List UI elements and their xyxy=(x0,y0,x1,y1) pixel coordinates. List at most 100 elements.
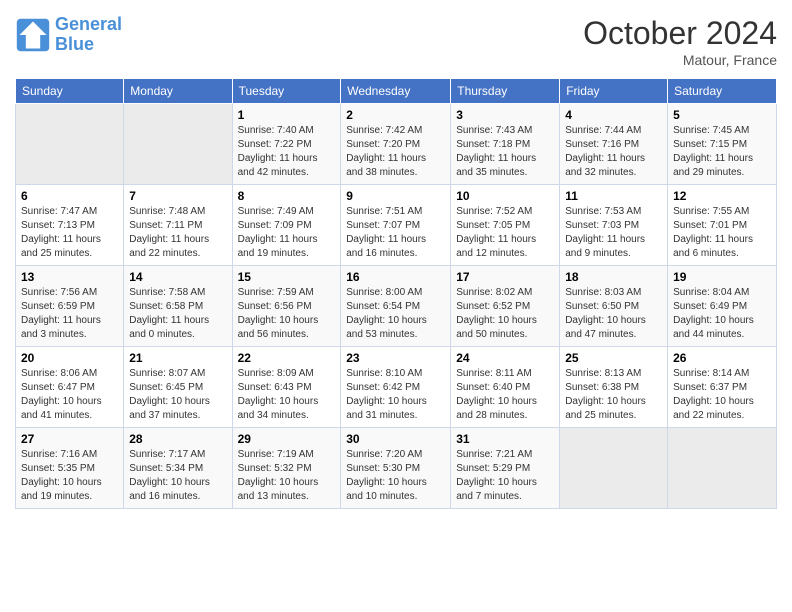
calendar-cell: 22 Sunrise: 8:09 AMSunset: 6:43 PMDayligh… xyxy=(232,347,341,428)
day-info: Sunrise: 7:49 AMSunset: 7:09 PMDaylight:… xyxy=(238,205,336,261)
calendar-cell: 3 Sunrise: 7:43 AMSunset: 7:18 PMDaylight… xyxy=(451,104,560,185)
day-info: Sunrise: 8:07 AMSunset: 6:45 PMDaylight:… xyxy=(129,367,226,423)
day-number: 29 xyxy=(238,432,336,446)
day-number: 31 xyxy=(456,432,554,446)
day-info: Sunrise: 8:11 AMSunset: 6:40 PMDaylight:… xyxy=(456,367,554,423)
day-number: 12 xyxy=(673,189,771,203)
day-info: Sunrise: 7:17 AMSunset: 5:34 PMDaylight:… xyxy=(129,448,226,504)
day-info: Sunrise: 7:59 AMSunset: 6:56 PMDaylight:… xyxy=(238,286,336,342)
day-number: 15 xyxy=(238,270,336,284)
day-info: Sunrise: 7:55 AMSunset: 7:01 PMDaylight:… xyxy=(673,205,771,261)
day-info: Sunrise: 7:43 AMSunset: 7:18 PMDaylight:… xyxy=(456,124,554,180)
calendar-cell: 8 Sunrise: 7:49 AMSunset: 7:09 PMDaylight… xyxy=(232,185,341,266)
day-number: 28 xyxy=(129,432,226,446)
day-number: 8 xyxy=(238,189,336,203)
day-info: Sunrise: 7:48 AMSunset: 7:11 PMDaylight:… xyxy=(129,205,226,261)
day-info: Sunrise: 7:51 AMSunset: 7:07 PMDaylight:… xyxy=(346,205,445,261)
day-info: Sunrise: 8:03 AMSunset: 6:50 PMDaylight:… xyxy=(565,286,662,342)
calendar-cell: 4 Sunrise: 7:44 AMSunset: 7:16 PMDaylight… xyxy=(560,104,668,185)
calendar-cell: 23 Sunrise: 8:10 AMSunset: 6:42 PMDayligh… xyxy=(341,347,451,428)
calendar-cell: 14 Sunrise: 7:58 AMSunset: 6:58 PMDayligh… xyxy=(124,266,232,347)
day-info: Sunrise: 7:45 AMSunset: 7:15 PMDaylight:… xyxy=(673,124,771,180)
day-info: Sunrise: 8:06 AMSunset: 6:47 PMDaylight:… xyxy=(21,367,118,423)
calendar-cell: 1 Sunrise: 7:40 AMSunset: 7:22 PMDaylight… xyxy=(232,104,341,185)
day-number: 18 xyxy=(565,270,662,284)
calendar-cell: 15 Sunrise: 7:59 AMSunset: 6:56 PMDayligh… xyxy=(232,266,341,347)
calendar-cell xyxy=(668,428,777,509)
logo-icon xyxy=(15,17,51,53)
calendar-cell: 16 Sunrise: 8:00 AMSunset: 6:54 PMDayligh… xyxy=(341,266,451,347)
day-number: 3 xyxy=(456,108,554,122)
title-block: October 2024 Matour, France xyxy=(583,15,777,68)
day-number: 14 xyxy=(129,270,226,284)
calendar-cell: 29 Sunrise: 7:19 AMSunset: 5:32 PMDayligh… xyxy=(232,428,341,509)
calendar-cell: 20Sunrise: 8:06 AMSunset: 6:47 PMDayligh… xyxy=(16,347,124,428)
calendar-cell: 18 Sunrise: 8:03 AMSunset: 6:50 PMDayligh… xyxy=(560,266,668,347)
calendar-cell: 12 Sunrise: 7:55 AMSunset: 7:01 PMDayligh… xyxy=(668,185,777,266)
calendar-cell: 21Sunrise: 8:07 AMSunset: 6:45 PMDayligh… xyxy=(124,347,232,428)
day-info: Sunrise: 8:04 AMSunset: 6:49 PMDaylight:… xyxy=(673,286,771,342)
day-info: Sunrise: 8:14 AMSunset: 6:37 PMDaylight:… xyxy=(673,367,771,423)
calendar-cell: 17 Sunrise: 8:02 AMSunset: 6:52 PMDayligh… xyxy=(451,266,560,347)
calendar-cell xyxy=(560,428,668,509)
day-number: 24 xyxy=(456,351,554,365)
day-info: Sunrise: 8:13 AMSunset: 6:38 PMDaylight:… xyxy=(565,367,662,423)
day-info: Sunrise: 7:21 AMSunset: 5:29 PMDaylight:… xyxy=(456,448,554,504)
day-number: 16 xyxy=(346,270,445,284)
day-info: Sunrise: 7:47 AMSunset: 7:13 PMDaylight:… xyxy=(21,205,118,261)
day-info: Sunrise: 7:52 AMSunset: 7:05 PMDaylight:… xyxy=(456,205,554,261)
day-info: Sunrise: 7:44 AMSunset: 7:16 PMDaylight:… xyxy=(565,124,662,180)
calendar-cell: 11 Sunrise: 7:53 AMSunset: 7:03 PMDayligh… xyxy=(560,185,668,266)
calendar-cell xyxy=(16,104,124,185)
calendar-cell: 28 Sunrise: 7:17 AMSunset: 5:34 PMDayligh… xyxy=(124,428,232,509)
calendar-cell xyxy=(124,104,232,185)
header-day: Saturday xyxy=(668,79,777,104)
day-number: 17 xyxy=(456,270,554,284)
calendar-cell: 10 Sunrise: 7:52 AMSunset: 7:05 PMDayligh… xyxy=(451,185,560,266)
day-info: Sunrise: 7:40 AMSunset: 7:22 PMDaylight:… xyxy=(238,124,336,180)
day-info: Sunrise: 8:10 AMSunset: 6:42 PMDaylight:… xyxy=(346,367,445,423)
logo: General Blue xyxy=(15,15,122,55)
page-header: General Blue October 2024 Matour, France xyxy=(15,15,777,68)
day-info: Sunrise: 8:02 AMSunset: 6:52 PMDaylight:… xyxy=(456,286,554,342)
day-number: 25 xyxy=(565,351,662,365)
day-info: Sunrise: 7:53 AMSunset: 7:03 PMDaylight:… xyxy=(565,205,662,261)
day-number: 10 xyxy=(456,189,554,203)
day-number: 1 xyxy=(238,108,336,122)
header-day: Thursday xyxy=(451,79,560,104)
day-info: Sunrise: 8:09 AMSunset: 6:43 PMDaylight:… xyxy=(238,367,336,423)
day-number: 4 xyxy=(565,108,662,122)
day-number: 9 xyxy=(346,189,445,203)
day-number: 13 xyxy=(21,270,118,284)
header-day: Friday xyxy=(560,79,668,104)
calendar-cell: 9 Sunrise: 7:51 AMSunset: 7:07 PMDaylight… xyxy=(341,185,451,266)
calendar-week-row: 13Sunrise: 7:56 AMSunset: 6:59 PMDayligh… xyxy=(16,266,777,347)
calendar-cell: 6Sunrise: 7:47 AMSunset: 7:13 PMDaylight… xyxy=(16,185,124,266)
day-number: 23 xyxy=(346,351,445,365)
day-info: Sunrise: 7:20 AMSunset: 5:30 PMDaylight:… xyxy=(346,448,445,504)
calendar-table: SundayMondayTuesdayWednesdayThursdayFrid… xyxy=(15,78,777,509)
day-number: 26 xyxy=(673,351,771,365)
day-number: 7 xyxy=(129,189,226,203)
day-info: Sunrise: 7:16 AMSunset: 5:35 PMDaylight:… xyxy=(21,448,118,504)
calendar-body: 1 Sunrise: 7:40 AMSunset: 7:22 PMDaylight… xyxy=(16,104,777,509)
calendar-cell: 27Sunrise: 7:16 AMSunset: 5:35 PMDayligh… xyxy=(16,428,124,509)
calendar-cell: 25 Sunrise: 8:13 AMSunset: 6:38 PMDayligh… xyxy=(560,347,668,428)
day-info: Sunrise: 8:00 AMSunset: 6:54 PMDaylight:… xyxy=(346,286,445,342)
calendar-week-row: 6Sunrise: 7:47 AMSunset: 7:13 PMDaylight… xyxy=(16,185,777,266)
day-number: 19 xyxy=(673,270,771,284)
day-number: 22 xyxy=(238,351,336,365)
day-info: Sunrise: 7:19 AMSunset: 5:32 PMDaylight:… xyxy=(238,448,336,504)
logo-text: General Blue xyxy=(55,15,122,55)
month-title: October 2024 xyxy=(583,15,777,52)
calendar-cell: 5 Sunrise: 7:45 AMSunset: 7:15 PMDaylight… xyxy=(668,104,777,185)
header-day: Wednesday xyxy=(341,79,451,104)
calendar-header: SundayMondayTuesdayWednesdayThursdayFrid… xyxy=(16,79,777,104)
day-number: 5 xyxy=(673,108,771,122)
day-info: Sunrise: 7:58 AMSunset: 6:58 PMDaylight:… xyxy=(129,286,226,342)
day-number: 11 xyxy=(565,189,662,203)
location-subtitle: Matour, France xyxy=(583,52,777,68)
calendar-week-row: 1 Sunrise: 7:40 AMSunset: 7:22 PMDaylight… xyxy=(16,104,777,185)
calendar-cell: 24 Sunrise: 8:11 AMSunset: 6:40 PMDayligh… xyxy=(451,347,560,428)
header-day: Tuesday xyxy=(232,79,341,104)
